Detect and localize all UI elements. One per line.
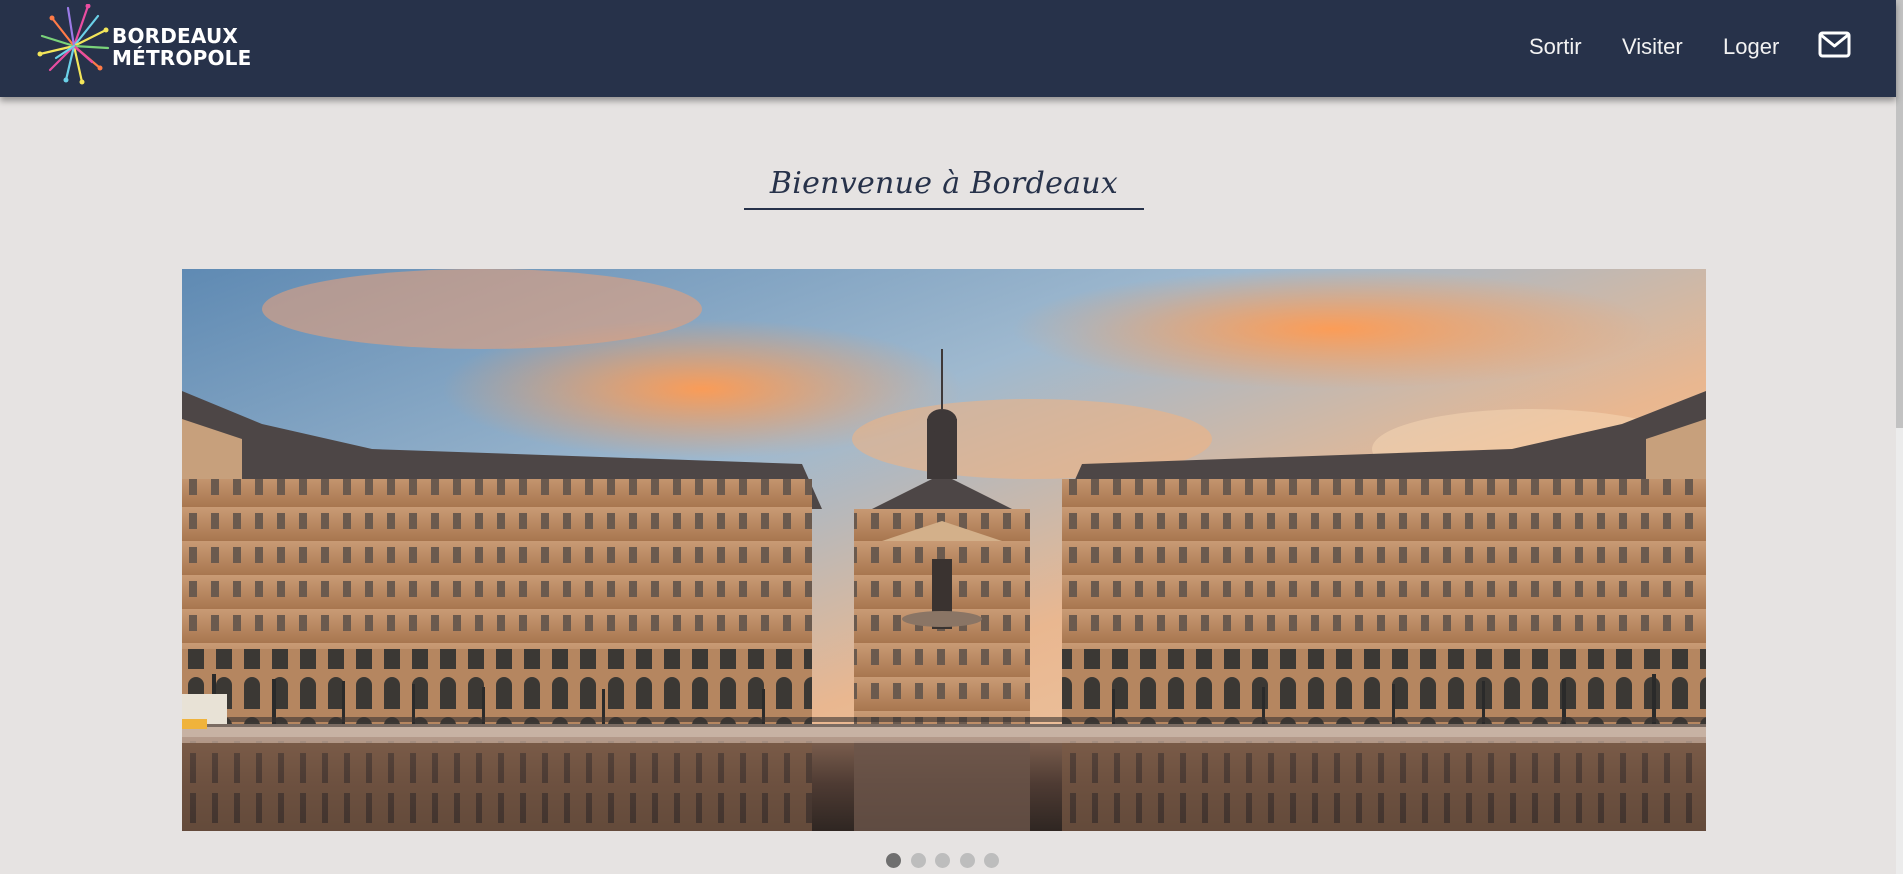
top-navigation-bar: BORDEAUX MÉTROPOLE Sortir Visiter Loger (0, 0, 1896, 97)
nav-link-loger[interactable]: Loger (1723, 34, 1779, 60)
scrollbar-thumb[interactable] (1896, 0, 1903, 428)
starburst-logo-icon (37, 3, 110, 85)
bordeaux-metropole-logo[interactable]: BORDEAUX MÉTROPOLE (36, 3, 251, 85)
logo-text: BORDEAUX MÉTROPOLE (112, 25, 251, 69)
envelope-icon[interactable] (1818, 31, 1851, 58)
carousel-dot-3[interactable] (935, 853, 950, 868)
carousel-dot-2[interactable] (911, 853, 926, 868)
logo-line-1: BORDEAUX (112, 24, 239, 48)
page-scrollbar[interactable] (1896, 0, 1903, 874)
carousel-slide-image (182, 269, 1706, 831)
carousel-dot-4[interactable] (960, 853, 975, 868)
nav-link-visiter[interactable]: Visiter (1622, 34, 1683, 60)
title-underline (744, 208, 1144, 210)
carousel-dot-1[interactable] (886, 853, 901, 868)
image-carousel[interactable] (182, 269, 1706, 831)
carousel-dot-5[interactable] (984, 853, 999, 868)
page-title: Bienvenue à Bordeaux (769, 166, 1119, 201)
nav-link-sortir[interactable]: Sortir (1529, 34, 1582, 60)
logo-line-2: MÉTROPOLE (112, 46, 252, 70)
